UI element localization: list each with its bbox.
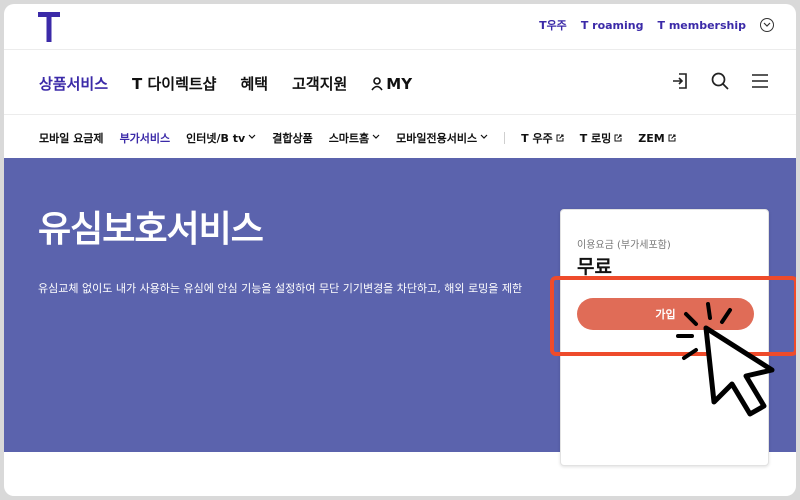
fee-value: 무료 [577, 256, 612, 278]
subnav-divider [504, 132, 506, 144]
subnav-item-smarthome[interactable]: 스마트홈 [329, 130, 380, 146]
login-icon[interactable] [670, 71, 690, 91]
sub-nav: 모바일 요금제 부가서비스 인터넷/B tv 결합상품 스마트홈 모바일전용서비… [4, 116, 796, 158]
fee-label: 이용요금 (부가세포함) [577, 240, 671, 251]
main-nav: 상품서비스 T 다이렉트샵 혜택 고객지원 MY [4, 51, 796, 115]
chevron-down-icon [480, 133, 488, 143]
nav-item-direct-shop[interactable]: T 다이렉트샵 [132, 73, 216, 94]
utility-link-label: T membership [657, 18, 747, 32]
utility-link-tuju[interactable]: T우주 [539, 17, 567, 33]
utility-links: T우주 T roaming T membership [539, 17, 774, 33]
subnav-item-tuju[interactable]: T 우주 [521, 130, 564, 146]
subnav-item-zem[interactable]: ZEM [638, 131, 676, 145]
subnav-item-label: T 우주 [521, 132, 553, 145]
menu-icon[interactable] [750, 71, 770, 91]
subnav-item-bundle[interactable]: 결합상품 [272, 130, 312, 146]
subnav-item-label: T 로밍 [579, 132, 612, 145]
utility-link-troaming[interactable]: T roaming [581, 19, 644, 32]
nav-item-my[interactable]: MY [371, 73, 412, 94]
external-link-icon [668, 134, 676, 142]
utility-link-label: T roaming [580, 18, 644, 32]
subnav-item-label: 모바일전용서비스 [396, 132, 478, 145]
subnav-item-addon[interactable]: 부가서비스 [120, 130, 171, 146]
subnav-item-mobile-plan[interactable]: 모바일 요금제 [39, 130, 104, 146]
nav-item-products[interactable]: 상품서비스 [39, 73, 108, 94]
subnav-item-troaming[interactable]: T 로밍 [580, 130, 623, 146]
click-cursor-icon [676, 302, 775, 417]
subnav-item-label: 스마트홈 [328, 132, 370, 145]
subnav-item-label: ZEM [638, 131, 665, 145]
subnav-item-mobile-only[interactable]: 모바일전용서비스 [396, 130, 488, 146]
nav-item-label: MY [386, 74, 413, 93]
nav-item-benefits[interactable]: 혜택 [240, 73, 268, 94]
utility-link-label: T우주 [539, 19, 567, 32]
chevron-down-icon [248, 133, 256, 143]
t-logo-icon[interactable] [38, 12, 60, 42]
chevron-down-icon[interactable] [760, 18, 774, 32]
utility-bar: T우주 T roaming T membership [4, 4, 796, 50]
search-icon[interactable] [710, 71, 730, 91]
user-icon [371, 76, 383, 90]
subnav-item-label: 인터넷/B tv [186, 132, 246, 145]
nav-item-support[interactable]: 고객지원 [292, 73, 347, 94]
external-link-icon [556, 134, 564, 142]
chevron-down-icon [372, 133, 380, 143]
hero-description: 유심교체 없이도 내가 사용하는 유심에 안심 기능을 설정하여 무단 기기변경… [38, 282, 523, 295]
subnav-item-internet-btv[interactable]: 인터넷/B tv [186, 130, 256, 146]
browser-frame: T우주 T roaming T membership 상품서비스 T 다이렉트샵… [4, 4, 796, 496]
external-link-icon [614, 134, 622, 142]
page-title: 유심보호서비스 [38, 209, 264, 250]
utility-link-tmembership[interactable]: T membership [658, 19, 747, 32]
